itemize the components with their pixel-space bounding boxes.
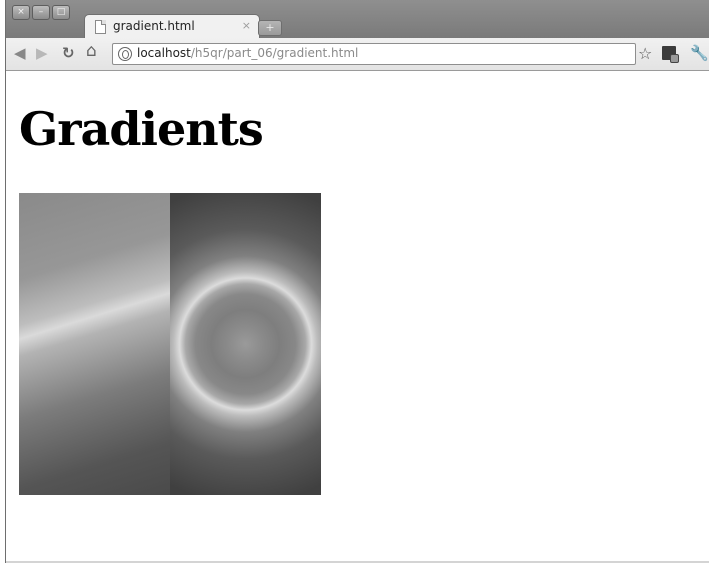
wrench-menu-icon[interactable]: 🔧 (690, 44, 709, 62)
new-tab-button[interactable]: + (258, 20, 282, 36)
url-host: localhost (137, 46, 191, 60)
radial-gradient-fill (170, 193, 321, 495)
url-path: /h5qr/part_06/gradient.html (190, 46, 359, 60)
bookmark-star-icon[interactable]: ☆ (638, 44, 652, 63)
back-arrow-icon[interactable]: ◀ (14, 45, 26, 61)
page-icon (95, 20, 106, 34)
window-minimize-button[interactable]: – (32, 5, 50, 20)
home-icon[interactable]: ⌂ (86, 43, 97, 60)
gradient-canvas (19, 193, 321, 495)
browser-window: × – □ gradient.html × + ◀ ▶ ↻ ⌂ localhos… (5, 0, 709, 563)
globe-icon (118, 47, 132, 61)
extension-icon[interactable] (662, 46, 679, 63)
tab-close-icon[interactable]: × (242, 19, 251, 32)
address-url: localhost/h5qr/part_06/gradient.html (137, 46, 358, 60)
reload-icon[interactable]: ↻ (62, 45, 75, 61)
forward-arrow-icon[interactable]: ▶ (36, 45, 48, 61)
tab-strip: × – □ gradient.html × + (6, 0, 709, 40)
tab-gradient[interactable]: gradient.html × (84, 14, 260, 40)
page-content: Gradients (6, 71, 709, 563)
toolbar: ◀ ▶ ↻ ⌂ localhost/h5qr/part_06/gradient.… (6, 38, 709, 71)
page-heading: Gradients (19, 102, 264, 156)
address-bar[interactable]: localhost/h5qr/part_06/gradient.html (112, 43, 636, 65)
window-close-button[interactable]: × (12, 5, 30, 20)
window-maximize-button[interactable]: □ (52, 5, 70, 20)
tab-title: gradient.html (113, 19, 195, 33)
linear-gradient-fill (19, 193, 170, 495)
